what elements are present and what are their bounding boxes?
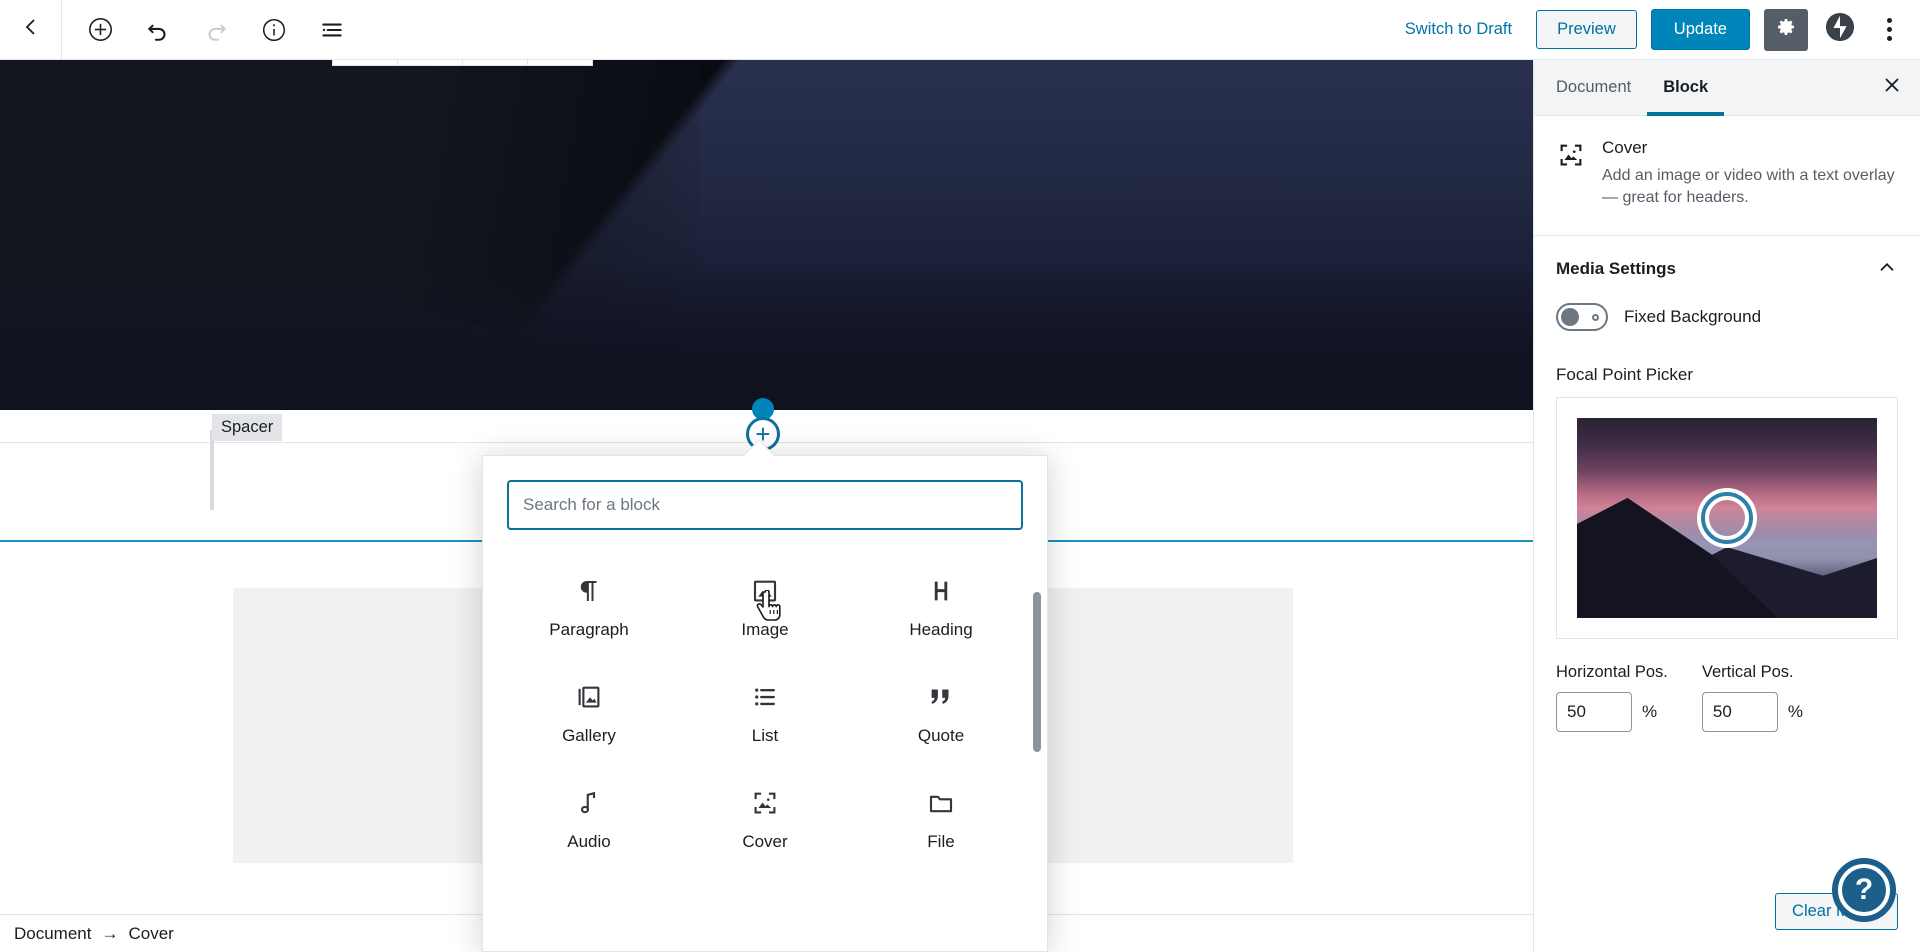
percent-unit: %: [1642, 701, 1658, 721]
close-icon: [1881, 74, 1903, 101]
block-item-heading[interactable]: Heading: [853, 556, 1029, 656]
focal-point-picker[interactable]: [1556, 396, 1898, 639]
block-navigation-button[interactable]: [314, 12, 350, 48]
toggle-knob: [1561, 307, 1579, 326]
redo-button[interactable]: [198, 12, 234, 48]
quote-icon: [926, 676, 956, 718]
chevron-left-icon: [19, 15, 43, 44]
block-item-quote[interactable]: Quote: [853, 662, 1029, 762]
sidebar-tabs: Document Block: [1534, 60, 1920, 116]
block-item-label: List: [751, 726, 779, 745]
tab-block[interactable]: Block: [1647, 60, 1725, 116]
top-bar-tools: [62, 12, 350, 48]
block-item-label: Quote: [917, 726, 965, 745]
media-settings-body: Fixed Background Focal Point Picker Hori…: [1534, 302, 1920, 752]
tab-document[interactable]: Document: [1540, 60, 1647, 116]
horizontal-position-inline: %: [1556, 691, 1668, 732]
breadcrumb-separator: →: [101, 923, 119, 943]
block-item-list[interactable]: List: [677, 662, 853, 762]
chevron-up-icon: [1876, 256, 1898, 283]
block-item-label: Cover: [742, 832, 788, 851]
block-item-image[interactable]: Image: [677, 556, 853, 656]
vertical-position-input[interactable]: [1701, 691, 1778, 732]
block-item-audio[interactable]: Audio: [501, 768, 677, 868]
search-input[interactable]: [507, 480, 1023, 530]
block-description: Add an image or video with a text overla…: [1602, 167, 1895, 206]
paragraph-icon: [574, 570, 604, 612]
top-bar-actions: Switch to Draft Preview Update: [1395, 8, 1920, 51]
undo-button[interactable]: [140, 12, 176, 48]
block-item-gallery[interactable]: Gallery: [501, 662, 677, 762]
fixed-background-toggle[interactable]: [1556, 302, 1608, 331]
toggle-off-indicator: [1592, 313, 1599, 321]
more-menu-button[interactable]: [1872, 10, 1906, 50]
media-settings-title: Media Settings: [1556, 259, 1676, 278]
cover-block-icon: [750, 782, 780, 824]
focal-point-handle[interactable]: [1705, 495, 1749, 540]
block-item-label: Audio: [567, 832, 611, 851]
breadcrumb-item-document[interactable]: Document: [14, 924, 91, 944]
block-item-label: Heading: [909, 620, 973, 639]
focal-point-preview-image[interactable]: [1577, 417, 1877, 618]
cover-block-preview[interactable]: [0, 60, 1533, 410]
media-settings-panel-header[interactable]: Media Settings: [1534, 236, 1920, 303]
block-item-label: Paragraph: [549, 620, 629, 639]
image-icon: [750, 570, 780, 612]
content-info-button[interactable]: [256, 12, 292, 48]
vertical-position-group: Vertical Pos. %: [1701, 662, 1804, 732]
add-block-button[interactable]: [82, 12, 118, 48]
editor-top-bar: Switch to Draft Preview Update: [0, 0, 1920, 60]
fixed-background-row: Fixed Background: [1556, 302, 1898, 331]
block-inserter-popover: Paragraph Image Heading: [482, 455, 1048, 952]
jetpack-icon: [1825, 12, 1855, 47]
horizontal-position-label: Horizontal Pos.: [1556, 662, 1668, 681]
block-item-cover[interactable]: Cover: [677, 768, 853, 868]
kebab-dot: [1886, 36, 1892, 41]
focal-point-picker-label: Focal Point Picker: [1556, 364, 1693, 384]
block-item-label: File: [927, 832, 955, 851]
block-item-paragraph[interactable]: Paragraph: [501, 556, 677, 656]
breadcrumb-item-cover[interactable]: Cover: [128, 924, 173, 944]
horizontal-position-group: Horizontal Pos. %: [1556, 663, 1668, 732]
jetpack-button[interactable]: [1822, 12, 1858, 48]
settings-button[interactable]: [1764, 8, 1808, 51]
file-folder-icon: [926, 782, 956, 824]
spacer-label: Spacer: [212, 414, 283, 441]
inserter-search-wrap: [483, 456, 1047, 540]
gallery-icon: [574, 676, 604, 718]
question-mark-icon: ?: [1838, 864, 1890, 916]
list-icon: [750, 676, 780, 718]
cover-block-icon: [1556, 138, 1586, 209]
position-inputs-row: Horizontal Pos. % Vertical Pos. %: [1556, 663, 1898, 732]
help-support-button[interactable]: ?: [1832, 858, 1896, 922]
heading-icon: [926, 570, 956, 612]
update-button[interactable]: Update: [1650, 8, 1750, 51]
audio-note-icon: [574, 782, 604, 824]
fixed-background-label: Fixed Background: [1624, 306, 1762, 326]
switch-to-draft-link[interactable]: Switch to Draft: [1395, 14, 1522, 45]
block-item-label: Image: [741, 620, 789, 639]
block-title: Cover: [1602, 138, 1648, 157]
percent-unit: %: [1787, 701, 1804, 721]
vertical-position-label: Vertical Pos.: [1701, 662, 1794, 681]
inserter-scrollbar[interactable]: [1033, 592, 1041, 752]
block-item-file[interactable]: File: [853, 768, 1029, 868]
spacer-handle[interactable]: [210, 430, 214, 510]
back-button[interactable]: [0, 0, 62, 59]
wordpress-block-editor: Switch to Draft Preview Update Spacer + …: [0, 0, 1920, 952]
gear-icon: [1774, 15, 1798, 44]
kebab-dot: [1886, 18, 1892, 23]
block-info-card: Cover Add an image or video with a text …: [1534, 116, 1920, 236]
block-type-grid: Paragraph Image Heading Gallery List Quo…: [483, 540, 1047, 868]
cover-bottom-gradient: [0, 260, 1533, 410]
horizontal-position-input[interactable]: [1556, 691, 1632, 732]
settings-sidebar: Document Block Cover Add an image or vid…: [1533, 60, 1920, 952]
close-sidebar-button[interactable]: [1870, 66, 1914, 110]
preview-button[interactable]: Preview: [1536, 9, 1637, 50]
vertical-position-inline: %: [1701, 691, 1804, 732]
block-info-text: Cover Add an image or video with a text …: [1602, 138, 1898, 209]
kebab-dot: [1886, 27, 1892, 32]
block-item-label: Gallery: [562, 726, 616, 745]
